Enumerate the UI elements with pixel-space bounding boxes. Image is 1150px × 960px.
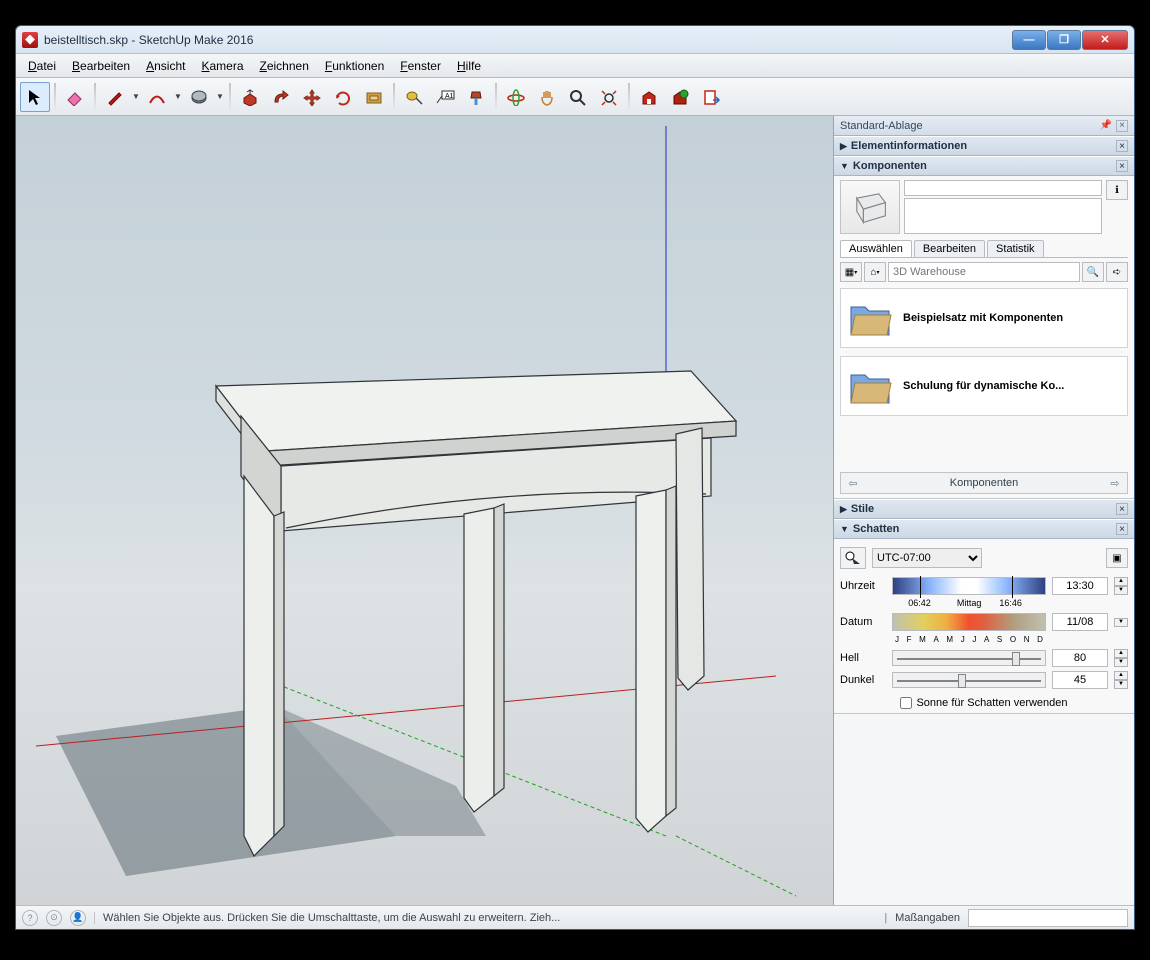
panel-entity-close[interactable]: × <box>1116 140 1128 152</box>
search-go-button[interactable]: ➪ <box>1106 262 1128 282</box>
light-down[interactable]: ▼ <box>1114 658 1128 667</box>
dark-up[interactable]: ▲ <box>1114 671 1128 680</box>
tray-close-button[interactable]: × <box>1116 120 1128 132</box>
tool-rotate[interactable] <box>328 82 358 112</box>
tool-pencil[interactable] <box>100 82 130 112</box>
tab-edit[interactable]: Bearbeiten <box>914 240 985 257</box>
tool-eraser[interactable] <box>60 82 90 112</box>
menu-tools[interactable]: Funktionen <box>317 57 392 75</box>
tab-select[interactable]: Auswählen <box>840 240 912 257</box>
component-item[interactable]: Schulung für dynamische Ko... <box>840 356 1128 416</box>
components-nav: ⇦ Komponenten ⇨ <box>840 472 1128 494</box>
tab-stats[interactable]: Statistik <box>987 240 1044 257</box>
viewport-3d[interactable] <box>16 116 834 905</box>
statusbar: ? ⊙ 👤 Wählen Sie Objekte aus. Drücken Si… <box>16 905 1134 929</box>
date-input[interactable] <box>1052 613 1108 631</box>
date-slider[interactable]: JFMAMJJASOND <box>892 613 1046 631</box>
tray-title: Standard-Ablage 📌 × <box>834 116 1134 136</box>
light-slider[interactable] <box>892 650 1046 666</box>
time-down[interactable]: ▼ <box>1114 586 1128 595</box>
tool-orbit[interactable] <box>501 82 531 112</box>
window-title: beistelltisch.skp - SketchUp Make 2016 <box>44 33 1012 47</box>
tray-pin-icon[interactable]: 📌 <box>1100 120 1112 131</box>
light-input[interactable] <box>1052 649 1108 667</box>
panel-components-close[interactable]: × <box>1116 160 1128 172</box>
app-icon <box>22 32 38 48</box>
dark-input[interactable] <box>1052 671 1108 689</box>
menu-help[interactable]: Hilfe <box>449 57 489 75</box>
minimize-button[interactable]: — <box>1012 30 1046 50</box>
component-name-input[interactable] <box>904 180 1102 196</box>
nav-back[interactable]: ⇦ <box>841 477 865 490</box>
toolbar: ▼ ▼ ▼ A1 <box>16 78 1134 116</box>
panel-components[interactable]: ▼Komponenten × <box>834 156 1134 176</box>
component-info-button[interactable]: ℹ <box>1106 180 1128 200</box>
status-geo-icon[interactable]: ⊙ <box>46 910 62 926</box>
nav-forward[interactable]: ⇨ <box>1103 477 1127 490</box>
tool-zoom-extents[interactable] <box>594 82 624 112</box>
tool-shapes[interactable] <box>184 82 214 112</box>
panel-styles[interactable]: ▶Stile × <box>834 499 1134 519</box>
tool-text[interactable]: A1 <box>430 82 460 112</box>
tool-warehouse[interactable] <box>634 82 664 112</box>
search-button[interactable]: 🔍 <box>1082 262 1104 282</box>
tool-move[interactable] <box>297 82 327 112</box>
date-dropdown[interactable]: ▼ <box>1114 618 1128 627</box>
tool-arc-dropdown[interactable]: ▼ <box>173 92 183 101</box>
components-body: ℹ Auswählen Bearbeiten Statistik ▦▾ ⌂▾ 🔍… <box>834 176 1134 499</box>
home-button[interactable]: ⌂▾ <box>864 262 886 282</box>
tool-followme[interactable] <box>266 82 296 112</box>
component-desc-input[interactable] <box>904 198 1102 234</box>
menu-draw[interactable]: Zeichnen <box>252 57 317 75</box>
tool-line-dropdown[interactable]: ▼ <box>131 92 141 101</box>
measure-label: Maßangaben <box>895 912 960 924</box>
menubar: Datei Bearbeiten Ansicht Kamera Zeichnen… <box>16 54 1134 78</box>
sun-shadows-checkbox[interactable] <box>900 697 912 709</box>
close-button[interactable]: ✕ <box>1082 30 1128 50</box>
tool-pan[interactable] <box>532 82 562 112</box>
dark-down[interactable]: ▼ <box>1114 680 1128 689</box>
time-slider[interactable]: 06:42 Mittag 16:46 <box>892 577 1046 595</box>
tool-paint[interactable] <box>461 82 491 112</box>
component-preview <box>840 180 900 234</box>
menu-view[interactable]: Ansicht <box>138 57 193 75</box>
titlebar: beistelltisch.skp - SketchUp Make 2016 —… <box>16 26 1134 54</box>
tool-arc[interactable] <box>142 82 172 112</box>
tool-offset[interactable] <box>359 82 389 112</box>
panel-entity-info[interactable]: ▶Elementinformationen × <box>834 136 1134 156</box>
status-user-icon[interactable]: 👤 <box>70 910 86 926</box>
tool-tape[interactable] <box>399 82 429 112</box>
shadow-detail-button[interactable]: ▣ <box>1106 548 1128 568</box>
dark-slider[interactable] <box>892 672 1046 688</box>
status-help-icon[interactable]: ? <box>22 910 38 926</box>
panel-styles-close[interactable]: × <box>1116 503 1128 515</box>
shadow-toggle-button[interactable] <box>840 547 866 569</box>
tool-layout-export[interactable] <box>696 82 726 112</box>
time-input[interactable] <box>1052 577 1108 595</box>
tool-extensions[interactable] <box>665 82 695 112</box>
panel-shadows[interactable]: ▼Schatten × <box>834 519 1134 539</box>
tool-shapes-dropdown[interactable]: ▼ <box>215 92 225 101</box>
app-window: beistelltisch.skp - SketchUp Make 2016 —… <box>15 25 1135 930</box>
menu-edit[interactable]: Bearbeiten <box>64 57 138 75</box>
tool-zoom[interactable] <box>563 82 593 112</box>
menu-camera[interactable]: Kamera <box>193 57 251 75</box>
timezone-select[interactable]: UTC-07:00 <box>872 548 982 568</box>
time-up[interactable]: ▲ <box>1114 577 1128 586</box>
menu-file[interactable]: Datei <box>20 57 64 75</box>
menu-window[interactable]: Fenster <box>392 57 449 75</box>
component-item[interactable]: Beispielsatz mit Komponenten <box>840 288 1128 348</box>
tool-select[interactable] <box>20 82 50 112</box>
svg-text:A1: A1 <box>445 93 454 100</box>
status-hint: Wählen Sie Objekte aus. Drücken Sie die … <box>94 912 876 924</box>
light-up[interactable]: ▲ <box>1114 649 1128 658</box>
warehouse-search-input[interactable] <box>888 262 1080 282</box>
tool-pushpull[interactable] <box>235 82 265 112</box>
tray: Standard-Ablage 📌 × ▶Elementinformatione… <box>834 116 1134 905</box>
maximize-button[interactable]: ❐ <box>1047 30 1081 50</box>
panel-shadows-close[interactable]: × <box>1116 523 1128 535</box>
view-mode-button[interactable]: ▦▾ <box>840 262 862 282</box>
measure-input[interactable] <box>968 909 1128 927</box>
shadows-body: UTC-07:00 ▣ Uhrzeit 06:42 Mittag 16:46 <box>834 539 1134 714</box>
